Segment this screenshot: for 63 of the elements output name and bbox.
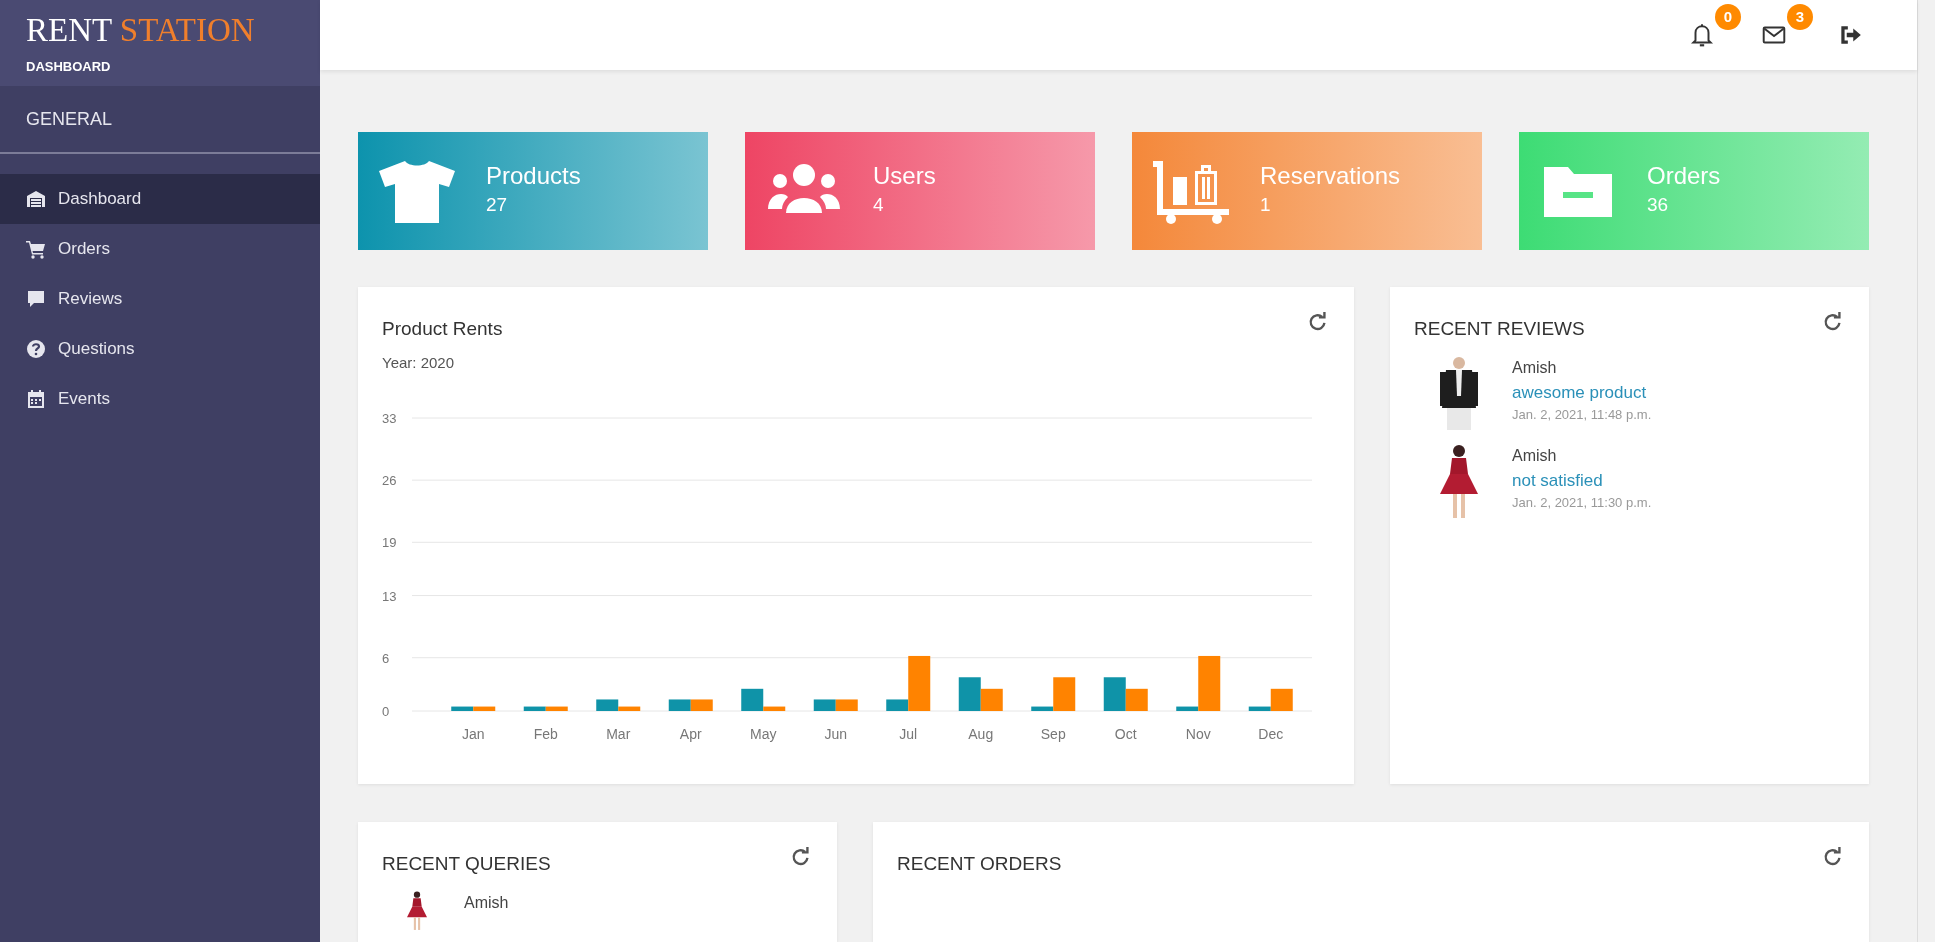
notifications-button[interactable]	[1689, 22, 1715, 48]
chart-subtitle: Year: 2020	[382, 352, 455, 373]
sidebar-section-title: GENERAL	[0, 86, 320, 154]
axis-tick-label: 26	[382, 473, 397, 489]
chart-title: Product Rents	[382, 317, 503, 341]
stat-label: Reservations	[1260, 162, 1401, 192]
card-title: RECENT ORDERS	[897, 852, 1062, 876]
bell-icon	[1689, 22, 1715, 48]
calendar-icon	[26, 389, 46, 409]
axis-category-label: Apr	[679, 726, 702, 742]
axis-category-label: Aug	[968, 726, 994, 742]
chart-bar	[668, 699, 691, 711]
review-link[interactable]: not satisfied	[1512, 470, 1603, 490]
axis-tick-label: 13	[382, 588, 397, 604]
sidebar-item[interactable]: Reviews	[0, 274, 320, 324]
axis-tick-label: 0	[382, 704, 390, 719]
axis-category-label: Feb	[533, 726, 558, 742]
chart-bar	[835, 699, 858, 711]
query-author: Amish	[464, 892, 509, 913]
count-badge: 0	[1715, 4, 1741, 30]
chart-bar	[813, 699, 836, 711]
brand-subtitle: DASHBOARD	[26, 58, 112, 76]
reviewer-name: Amish	[1512, 357, 1558, 378]
axis-tick-label: 6	[382, 650, 390, 666]
sidebar-item[interactable]: Questions	[0, 324, 320, 374]
stat-value: 36	[1647, 193, 1670, 218]
review-date: Jan. 2, 2021, 11:48 p.m.	[1512, 406, 1652, 424]
axis-category-label: Mar	[606, 726, 631, 742]
axis-category-label: Jul	[899, 726, 918, 742]
speech-bubble-icon	[26, 289, 46, 309]
card-title: RECENT QUERIES	[382, 852, 551, 876]
review-link[interactable]: awesome product	[1512, 382, 1647, 402]
stat-value: 4	[873, 193, 885, 218]
sidebar-item[interactable]: Orders	[0, 224, 320, 274]
stat-label: Orders	[1647, 162, 1721, 192]
axis-tick-label: 19	[382, 535, 397, 551]
axis-tick-label: 33	[382, 411, 397, 426]
warehouse-icon	[26, 189, 46, 209]
axis-category-label: Jun	[824, 726, 848, 742]
count-badge: 3	[1787, 4, 1813, 30]
axis-category-label: Jan	[461, 726, 485, 742]
stat-label: Users	[873, 162, 936, 192]
axis-category-label: Oct	[1114, 726, 1137, 742]
stat-value: 27	[486, 193, 509, 218]
refresh-icon	[1307, 310, 1329, 333]
axis-category-label: May	[750, 726, 777, 742]
axis-category-label: Nov	[1185, 726, 1211, 742]
stat-label: Products	[486, 162, 581, 192]
question-icon	[26, 339, 46, 359]
cart-icon	[26, 239, 46, 259]
brand-logo: RENT STATION	[26, 14, 256, 47]
sidebar-item[interactable]: Events	[0, 374, 320, 424]
stat-value: 1	[1260, 193, 1272, 218]
refresh-icon	[1822, 310, 1844, 333]
card-title: RECENT REVIEWS	[1414, 317, 1585, 341]
chart-bar	[690, 699, 713, 711]
sidebar-item[interactable]: Dashboard	[0, 174, 320, 224]
axis-category-label: Sep	[1040, 726, 1066, 742]
refresh-icon	[790, 845, 812, 868]
refresh-icon	[1822, 845, 1844, 868]
review-date: Jan. 2, 2021, 11:30 p.m.	[1512, 494, 1652, 512]
reviewer-name: Amish	[1512, 445, 1558, 466]
axis-category-label: Dec	[1258, 726, 1284, 742]
